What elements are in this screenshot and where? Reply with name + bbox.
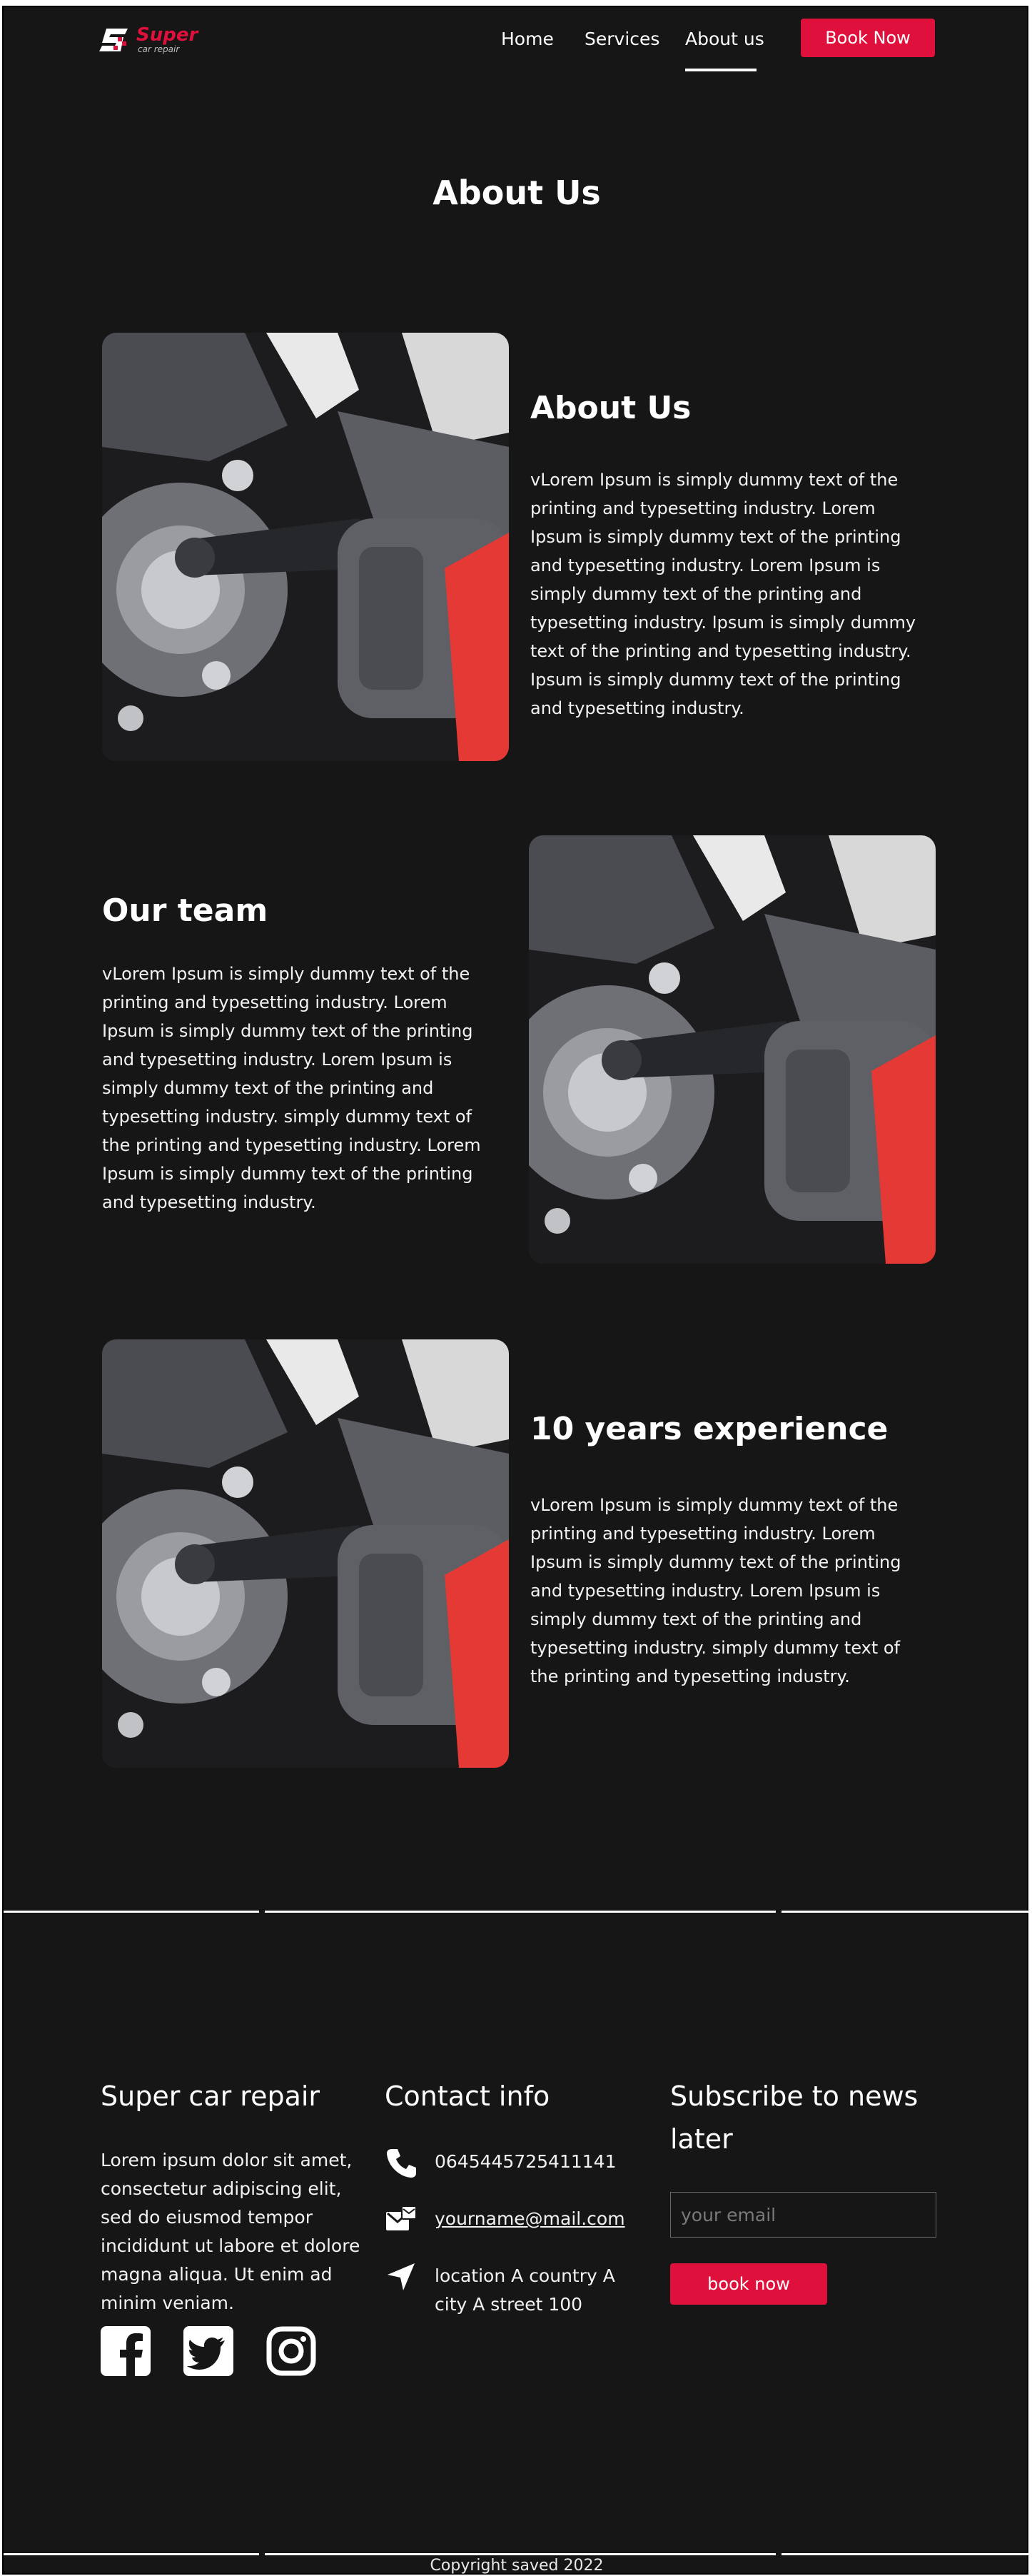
footer-divider	[4, 1911, 259, 1913]
footer-bottom-divider	[781, 2553, 1030, 2555]
subscribe-button[interactable]: book now	[670, 2263, 827, 2305]
mail-icon	[386, 2205, 417, 2230]
section-body-about: vLorem Ipsum is simply dummy text of the…	[530, 470, 916, 718]
page-title: About Us	[432, 173, 601, 212]
section-photo-team	[529, 835, 936, 1264]
brand-logo[interactable]: Super car repair	[99, 24, 198, 57]
section-body-team: vLorem Ipsum is simply dummy text of the…	[102, 964, 481, 1212]
contact-phone[interactable]: 0645445725411141	[435, 2148, 617, 2176]
footer-about-text: Lorem ipsum dolor sit amet, consectetur …	[101, 2150, 360, 2313]
nav-link-home[interactable]: Home	[501, 27, 554, 51]
impact-wrench-wheel-photo-icon	[102, 1339, 509, 1768]
impact-wrench-wheel-photo-icon	[529, 835, 936, 1264]
nav-link-services[interactable]: Services	[585, 27, 659, 51]
page: Super car repair Home Services About us …	[2, 6, 1030, 2575]
nav-link-about[interactable]: About us	[685, 27, 764, 51]
phone-icon	[387, 2149, 416, 2178]
impact-wrench-wheel-photo-icon	[102, 333, 509, 761]
footer-divider	[781, 1911, 1030, 1913]
book-now-button[interactable]: Book Now	[801, 19, 935, 57]
contact-email[interactable]: yourname@mail.com	[435, 2205, 625, 2233]
section-title-about: About Us	[530, 390, 692, 426]
top-nav: Super car repair Home Services About us …	[4, 7, 1030, 71]
footer-bottom-divider	[265, 2553, 776, 2555]
section-title-experience: 10 years experience	[530, 1411, 889, 1447]
twitter-icon[interactable]	[182, 2325, 235, 2378]
footer-divider	[265, 1911, 776, 1913]
section-body-experience: vLorem Ipsum is simply dummy text of the…	[530, 1495, 901, 1686]
footer-subscribe-title: Subscribe to news later	[670, 2081, 919, 2155]
section-title-team: Our team	[102, 892, 268, 929]
footer-bottom-divider	[4, 2553, 259, 2555]
brand-tagline: car repair	[138, 44, 180, 54]
instagram-icon[interactable]	[265, 2325, 318, 2378]
logo-mark-icon	[99, 29, 128, 51]
location-arrow-icon	[388, 2263, 415, 2290]
contact-location: location A country A city A street 100	[435, 2265, 615, 2315]
footer-about-title: Super car repair	[101, 2081, 320, 2112]
subscribe-email-input[interactable]	[670, 2192, 936, 2238]
nav-active-indicator	[685, 69, 757, 71]
section-photo-about	[102, 333, 509, 761]
footer-contact-title: Contact info	[385, 2081, 550, 2112]
section-photo-experience	[102, 1339, 509, 1768]
brand-name: Super	[136, 24, 198, 46]
copyright-text: Copyright saved 2022	[430, 2557, 604, 2575]
facebook-icon[interactable]	[99, 2325, 152, 2378]
